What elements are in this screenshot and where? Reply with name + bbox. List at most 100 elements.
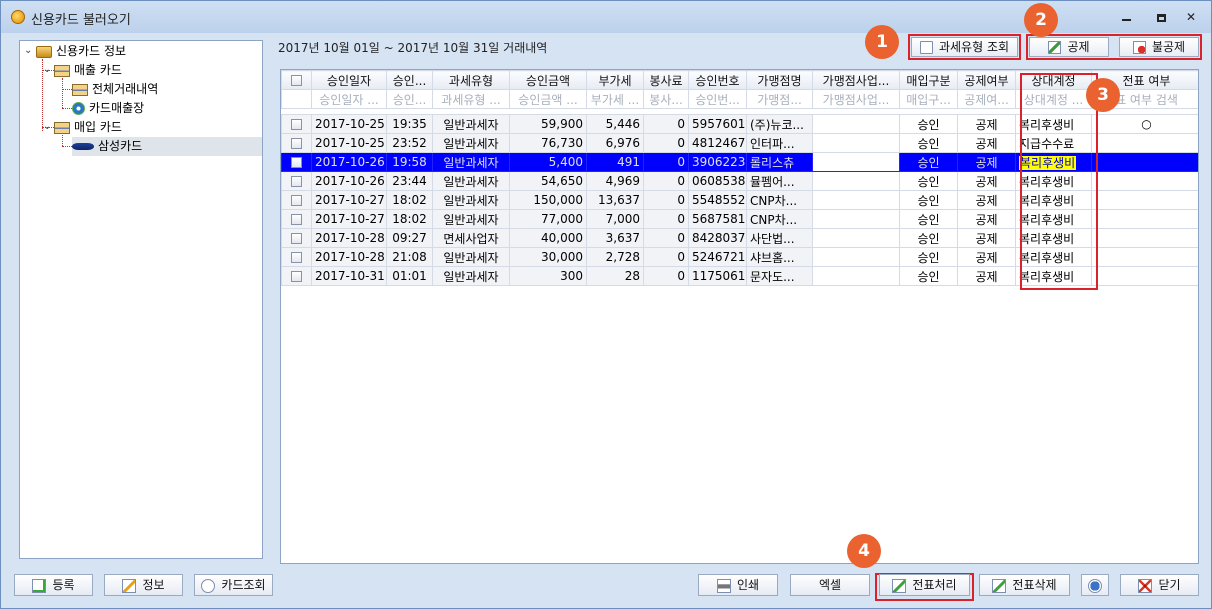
checkbox[interactable] [291,157,302,168]
table-cell[interactable]: 일반과세자 [432,247,510,267]
table-cell[interactable]: 2017-10-25 [311,114,387,134]
close-button[interactable]: 닫기 [1120,574,1199,596]
table-cell[interactable]: 59576017 [688,114,747,134]
table-cell[interactable]: 55485526 [688,190,747,210]
table-cell[interactable]: (주)뉴코... [746,114,813,134]
column-header[interactable]: 부가세 [586,70,644,90]
filter-input[interactable]: 봉사... [643,89,689,109]
table-cell[interactable]: 2017-10-26 [311,152,387,172]
checkbox[interactable] [291,138,302,149]
table-cell[interactable]: 승인 [899,133,958,153]
table-cell[interactable] [812,247,900,267]
table-cell[interactable]: 승인 [899,209,958,229]
table-cell[interactable]: 40,000 [509,228,587,248]
table-cell[interactable]: 2017-10-28 [311,228,387,248]
table-cell[interactable]: 2,728 [586,247,644,267]
table-cell[interactable] [1091,171,1198,191]
table-cell[interactable]: 5,400 [509,152,587,172]
table-cell[interactable]: 공제 [957,133,1016,153]
table-cell[interactable]: 54,650 [509,171,587,191]
tree-item-card-sales-ledger[interactable]: 카드매출장 [72,99,144,118]
row-checkbox-cell[interactable] [281,209,312,229]
row-checkbox-cell[interactable] [281,247,312,267]
table-cell[interactable]: 0 [643,152,689,172]
table-cell[interactable]: 뮬펨어... [746,171,813,191]
table-cell[interactable]: 7,000 [586,209,644,229]
column-header[interactable]: 매입구분 [899,70,958,90]
table-cell[interactable]: 승인 [899,266,958,286]
row-checkbox-cell[interactable] [281,114,312,134]
table-cell[interactable]: 승인 [899,114,958,134]
checkbox[interactable] [291,119,302,130]
table-cell[interactable] [812,114,900,134]
table-cell[interactable]: 일반과세자 [432,133,510,153]
column-header[interactable]: 승인금액 [509,70,587,90]
table-cell[interactable]: CNP차... [746,209,813,229]
table-cell[interactable]: 승인 [899,152,958,172]
table-cell[interactable]: 19:35 [386,114,433,134]
checkbox[interactable] [291,214,302,225]
table-cell[interactable]: 공제 [957,247,1016,267]
column-header[interactable]: 승인... [386,70,433,90]
table-cell[interactable]: 일반과세자 [432,266,510,286]
table-cell[interactable]: 28 [586,266,644,286]
table-cell[interactable] [1091,247,1198,267]
column-header[interactable]: 봉사료 [643,70,689,90]
table-cell[interactable]: 일반과세자 [432,209,510,229]
table-cell[interactable]: 샤브홈... [746,247,813,267]
excel-button[interactable]: 엑셀 [790,574,870,596]
table-cell[interactable]: 일반과세자 [432,114,510,134]
table-cell[interactable]: 사단법... [746,228,813,248]
table-cell[interactable]: 491 [586,152,644,172]
table-cell[interactable]: 0 [643,133,689,153]
table-cell[interactable]: 3,637 [586,228,644,248]
table-cell[interactable]: 0 [643,171,689,191]
checkbox[interactable] [291,176,302,187]
table-cell[interactable]: 공제 [957,228,1016,248]
table-cell[interactable]: 19:58 [386,152,433,172]
row-checkbox-cell[interactable] [281,228,312,248]
filter-input[interactable]: 부가세 ... [586,89,644,109]
table-cell[interactable]: 2017-10-27 [311,209,387,229]
column-header[interactable]: 가맹점명 [746,70,813,90]
card-search-button[interactable]: 카드조회 [194,574,273,596]
row-checkbox-cell[interactable] [281,133,312,153]
checkbox[interactable] [291,195,302,206]
table-cell[interactable]: 일반과세자 [432,190,510,210]
table-cell[interactable]: 0 [643,266,689,286]
table-cell[interactable]: 0 [643,114,689,134]
table-cell[interactable]: 0 [643,190,689,210]
minimize-button[interactable] [1111,7,1141,27]
print-button[interactable]: 인쇄 [698,574,778,596]
table-cell[interactable] [1091,152,1198,172]
table-cell[interactable]: 06085388 [688,171,747,191]
column-header[interactable]: 승인번호 [688,70,747,90]
chevron-down-icon[interactable]: ⌄ [43,64,51,75]
delete-slip-button[interactable]: 전표삭제 [979,574,1070,596]
table-cell[interactable]: 공제 [957,266,1016,286]
table-cell[interactable]: 0 [643,209,689,229]
table-cell[interactable]: 공제 [957,171,1016,191]
table-cell[interactable] [812,209,900,229]
table-cell[interactable]: 6,976 [586,133,644,153]
table-cell[interactable] [812,228,900,248]
table-cell[interactable]: 21:08 [386,247,433,267]
filter-input[interactable]: 가맹점사업... [812,89,900,109]
chevron-down-icon[interactable]: ⌄ [24,45,32,56]
checkbox[interactable] [291,252,302,263]
table-cell[interactable]: 52467211 [688,247,747,267]
table-cell[interactable]: 23:52 [386,133,433,153]
filter-input[interactable]: 승인일자 ... [311,89,387,109]
table-cell[interactable]: 01:01 [386,266,433,286]
info-button[interactable]: 정보 [104,574,183,596]
checkbox[interactable] [291,75,302,86]
table-cell[interactable]: 0 [643,228,689,248]
table-cell[interactable]: 일반과세자 [432,152,510,172]
table-cell[interactable]: CNP차... [746,190,813,210]
tree-root-card-info[interactable]: 신용카드 정보 [36,42,126,61]
table-cell[interactable]: 150,000 [509,190,587,210]
table-cell[interactable] [812,190,900,210]
table-cell[interactable]: 48124671 [688,133,747,153]
filter-input[interactable]: 가맹점... [746,89,813,109]
table-cell[interactable] [1091,228,1198,248]
